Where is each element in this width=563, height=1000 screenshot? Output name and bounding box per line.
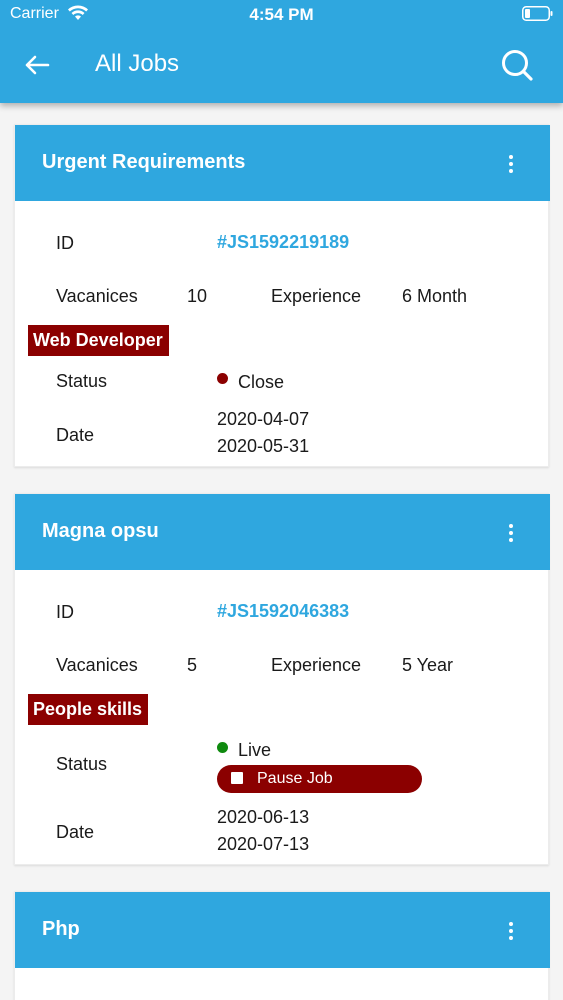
job-card-header: Php	[15, 892, 550, 968]
status-dot-icon	[217, 742, 228, 753]
status-label: Status	[56, 754, 108, 774]
more-vertical-icon[interactable]	[503, 920, 519, 942]
skill-tag: People skills	[28, 694, 149, 725]
more-vertical-icon[interactable]	[503, 153, 519, 175]
experience-label: Experience	[271, 286, 362, 306]
clock: 4:54 PM	[249, 5, 314, 24]
date-start: 2020-04-07	[217, 409, 310, 429]
search-icon[interactable]	[500, 48, 534, 82]
job-card-header: Magna opsu	[15, 494, 550, 570]
job-id: #JS1592046383	[217, 601, 350, 621]
job-title: Php	[42, 918, 80, 940]
status-label: Status	[56, 371, 108, 391]
job-card[interactable]: Php	[14, 891, 550, 1000]
id-label: ID	[56, 602, 74, 622]
date-end: 2020-05-31	[217, 436, 310, 456]
pause-job-button[interactable]: Pause Job	[217, 765, 422, 793]
experience-label: Experience	[271, 655, 362, 675]
status-bar: Carrier 4:54 PM	[0, 0, 563, 30]
vacancies-label: Vacanices	[56, 655, 138, 675]
top-bar: Carrier 4:54 PM All Jobs	[0, 0, 563, 103]
more-vertical-icon[interactable]	[503, 522, 519, 544]
status-dot-icon	[217, 373, 228, 384]
job-id: #JS1592219189	[217, 232, 350, 252]
vacancies-label: Vacanices	[56, 286, 138, 306]
job-title: Urgent Requirements	[42, 151, 246, 173]
page-title: All Jobs	[95, 50, 180, 77]
date-label: Date	[56, 425, 95, 445]
checkbox-icon[interactable]	[231, 772, 243, 784]
skill-tag: Web Developer	[28, 325, 169, 356]
id-label: ID	[56, 233, 74, 253]
date-start: 2020-06-13	[217, 807, 310, 827]
date-end: 2020-07-13	[217, 834, 310, 854]
experience-value: 5 Year	[402, 655, 454, 675]
vacancies-value: 10	[187, 286, 208, 306]
pause-job-label: Pause Job	[257, 770, 333, 787]
job-card[interactable]: Magna opsu ID #JS1592046383 Vacanices 5 …	[14, 493, 550, 865]
date-label: Date	[56, 822, 95, 842]
job-card-header: Urgent Requirements	[15, 125, 550, 201]
status-value: Close	[238, 372, 285, 392]
job-card[interactable]: Urgent Requirements ID #JS1592219189 Vac…	[14, 124, 550, 467]
back-arrow-icon[interactable]	[24, 52, 50, 78]
experience-value: 6 Month	[402, 286, 468, 306]
vacancies-value: 5	[187, 655, 198, 675]
status-value: Live	[238, 740, 272, 760]
job-title: Magna opsu	[42, 520, 159, 542]
battery-icon	[522, 6, 553, 21]
